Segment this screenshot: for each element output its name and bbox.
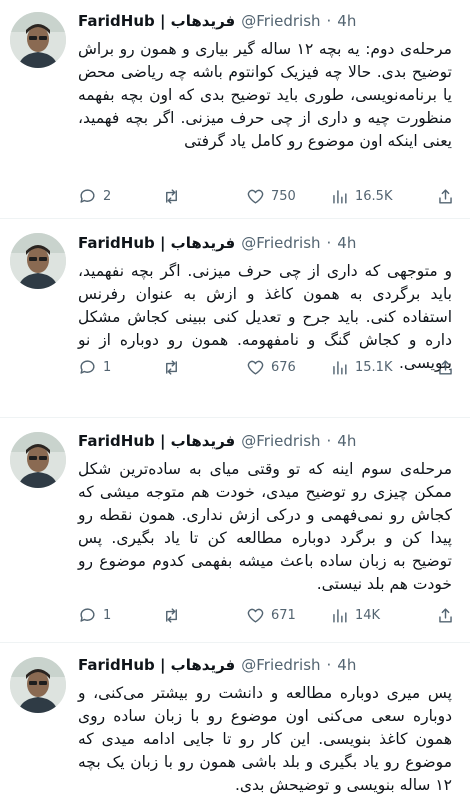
reply-icon xyxy=(80,359,95,374)
like-count: 671 xyxy=(271,607,296,623)
tweet-3[interactable]: FaridHub | فریدهاب @Friedrish · 4h مرحله… xyxy=(0,418,470,642)
avatar-image xyxy=(10,233,66,289)
view-count: 16.5K xyxy=(355,188,393,204)
author-handle[interactable]: @Friedrish xyxy=(241,12,320,30)
tweet-header: FaridHub | فریدهاب @Friedrish · 4h xyxy=(78,10,460,32)
tweet-text: مرحله‌ی سوم اینه که تو وقتی میای به ساده… xyxy=(78,460,452,593)
share-icon xyxy=(439,359,452,375)
timestamp[interactable]: 4h xyxy=(337,12,356,30)
share-button[interactable] xyxy=(436,355,455,379)
retweet-icon xyxy=(166,359,177,375)
like-button[interactable]: 750 xyxy=(246,184,296,208)
timestamp[interactable]: 4h xyxy=(337,656,356,674)
reply-count: 1 xyxy=(103,607,112,623)
views-button[interactable]: 15.1K xyxy=(330,355,392,379)
tweet-header: FaridHub | فریدهاب @Friedrish · 4h xyxy=(78,430,460,452)
retweet-button[interactable] xyxy=(162,184,187,208)
reply-button[interactable]: 1 xyxy=(78,355,111,379)
views-chart-icon xyxy=(333,189,347,204)
tweet-header: FaridHub | فریدهاب @Friedrish · 4h xyxy=(78,654,460,676)
separator-dot: · xyxy=(326,432,332,450)
retweet-button[interactable] xyxy=(162,603,187,627)
avatar[interactable] xyxy=(10,233,66,289)
share-button[interactable] xyxy=(436,184,455,208)
author-name[interactable]: FaridHub | فریدهاب xyxy=(78,656,235,674)
heart-icon xyxy=(247,189,264,204)
like-button[interactable]: 671 xyxy=(246,603,296,627)
author-handle[interactable]: @Friedrish xyxy=(241,656,320,674)
avatar[interactable] xyxy=(10,12,66,68)
avatar[interactable] xyxy=(10,657,66,713)
like-button[interactable]: 676 xyxy=(246,355,296,379)
author-handle[interactable]: @Friedrish xyxy=(241,234,320,252)
view-count: 14K xyxy=(355,607,381,623)
tweet-4[interactable]: FaridHub | فریدهاب @Friedrish · 4h پس می… xyxy=(0,643,470,800)
separator-dot: · xyxy=(326,656,332,674)
reply-count: 2 xyxy=(103,188,112,204)
avatar-image xyxy=(10,432,66,488)
retweet-button[interactable] xyxy=(162,355,187,379)
reply-icon xyxy=(80,188,95,203)
heart-icon xyxy=(247,360,264,375)
like-count: 750 xyxy=(271,188,296,204)
reply-button[interactable]: 2 xyxy=(78,184,111,208)
share-icon xyxy=(439,607,452,623)
separator-dot: · xyxy=(326,234,332,252)
share-icon xyxy=(439,188,452,204)
avatar-image xyxy=(10,12,66,68)
share-button[interactable] xyxy=(436,603,455,627)
tweet-text: پس میری دوباره مطالعه و دانشت رو بیشتر م… xyxy=(78,684,452,794)
like-count: 676 xyxy=(271,359,296,375)
tweet-text: مرحله‌ی دوم: یه بچه ۱۲ ساله گیر بیاری و … xyxy=(78,40,452,150)
tweet-1[interactable]: FaridHub | فریدهاب @Friedrish · 4h مرحله… xyxy=(0,0,470,218)
retweet-icon xyxy=(166,607,177,623)
retweet-icon xyxy=(166,188,177,204)
heart-icon xyxy=(247,608,264,623)
action-bar: 1 671 14K xyxy=(78,603,460,627)
tweet-2[interactable]: FaridHub | فریدهاب @Friedrish · 4h و متو… xyxy=(0,219,470,417)
view-count: 15.1K xyxy=(355,359,393,375)
reply-button[interactable]: 1 xyxy=(78,603,111,627)
reply-icon xyxy=(80,607,95,622)
author-handle[interactable]: @Friedrish xyxy=(241,432,320,450)
timestamp[interactable]: 4h xyxy=(337,234,356,252)
separator-dot: · xyxy=(326,12,332,30)
author-name[interactable]: FaridHub | فریدهاب xyxy=(78,234,235,252)
action-bar: 2 750 16.5K xyxy=(78,184,460,208)
author-name[interactable]: FaridHub | فریدهاب xyxy=(78,432,235,450)
tweet-header: FaridHub | فریدهاب @Friedrish · 4h xyxy=(78,232,460,254)
views-chart-icon xyxy=(333,608,347,623)
reply-count: 1 xyxy=(103,359,112,375)
avatar[interactable] xyxy=(10,432,66,488)
views-button[interactable]: 14K xyxy=(330,603,380,627)
action-bar: 1 676 15.1K xyxy=(78,355,460,379)
timestamp[interactable]: 4h xyxy=(337,432,356,450)
author-name[interactable]: FaridHub | فریدهاب xyxy=(78,12,235,30)
avatar-image xyxy=(10,657,66,713)
views-button[interactable]: 16.5K xyxy=(330,184,392,208)
views-chart-icon xyxy=(333,360,347,375)
